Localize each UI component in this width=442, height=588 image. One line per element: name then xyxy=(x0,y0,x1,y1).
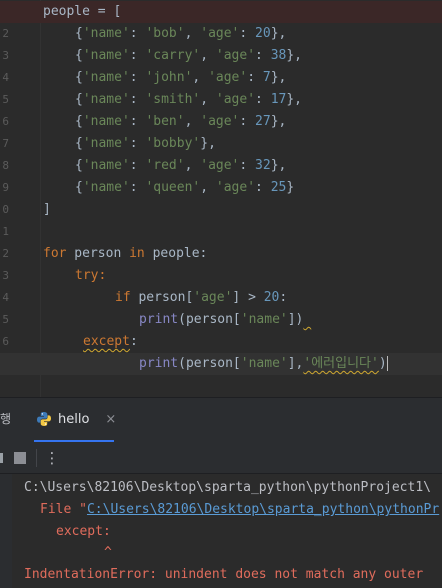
code-text: : xyxy=(129,334,138,349)
console-error-caret: ^ xyxy=(104,545,112,560)
builtin-print: print xyxy=(139,356,179,371)
code-text: person xyxy=(66,246,130,261)
code-text: person[ xyxy=(130,290,194,305)
tab-hello[interactable]: hello × xyxy=(36,406,116,432)
dict-value: 'queen' xyxy=(145,180,201,195)
string-literal-korean: '에러입니다' xyxy=(303,356,379,371)
dict-key: 'name' xyxy=(82,26,130,41)
dict-number: 38 xyxy=(270,48,287,63)
dict-value: 'bobby' xyxy=(145,136,201,151)
code-line[interactable]: print(person['name']) xyxy=(0,309,442,331)
dict-number: 17 xyxy=(270,92,287,107)
dict-key: 'age' xyxy=(215,48,256,63)
code-line[interactable]: for person in people: xyxy=(0,243,442,265)
run-tool-window-header: 행 hello × xyxy=(0,397,442,444)
run-tool-label: 행 xyxy=(0,412,12,426)
dict-value: 'bob' xyxy=(145,26,185,41)
keyword-try: try: xyxy=(75,268,107,283)
dict-key: 'age' xyxy=(200,158,240,173)
code-line[interactable]: if person['age'] > 20: xyxy=(0,287,442,309)
dict-number: 25 xyxy=(270,180,287,195)
string-literal: 'name' xyxy=(240,312,288,327)
dict-key: 'age' xyxy=(200,26,240,41)
keyword-except: except xyxy=(83,334,130,349)
code-line[interactable]: {'name': 'carry', 'age': 38}, xyxy=(0,45,442,67)
code-text: ]) xyxy=(287,312,304,327)
close-icon[interactable]: × xyxy=(105,412,116,427)
code-text: ) xyxy=(378,356,387,371)
dict-key: 'name' xyxy=(82,48,130,63)
code-line[interactable]: {'name': 'bobby'}, xyxy=(0,133,442,155)
rerun-icon xyxy=(0,453,3,463)
traceback-file-prefix: File " xyxy=(40,502,87,517)
code-identifier: people xyxy=(43,4,90,19)
console-error-message: IndentationError: unindent does not matc… xyxy=(24,567,424,582)
dict-key: 'age' xyxy=(200,114,240,129)
dict-key: 'name' xyxy=(82,158,130,173)
keyword-if: if xyxy=(115,290,131,305)
dict-key: 'name' xyxy=(82,180,130,195)
stop-button[interactable] xyxy=(12,449,28,467)
code-operator: = [ xyxy=(89,4,122,19)
dict-value: 'smith' xyxy=(145,92,201,107)
more-options-icon[interactable]: ⋮ xyxy=(44,449,60,467)
console-output[interactable]: C:\Users\82106\Desktop\sparta_python\pyt… xyxy=(0,474,442,588)
dict-key: 'age' xyxy=(215,92,256,107)
dict-number: 7 xyxy=(262,70,271,85)
code-line[interactable]: people = [ xyxy=(0,1,442,23)
dict-value: 'john' xyxy=(145,70,193,85)
dict-number: 27 xyxy=(255,114,271,129)
dict-number: 20 xyxy=(255,26,271,41)
builtin-print: print xyxy=(139,312,179,327)
dict-key: 'age' xyxy=(208,70,248,85)
dict-key: 'name' xyxy=(82,114,130,129)
toolbar-divider xyxy=(36,449,37,467)
closing-bracket: ] xyxy=(43,202,51,217)
code-line[interactable]: ] xyxy=(0,199,442,221)
traceback-file-link[interactable]: C:\Users\82106\Desktop\sparta_python\pyt… xyxy=(87,502,439,517)
console-traceback-line: File "C:\Users\82106\Desktop\sparta_pyth… xyxy=(40,499,439,521)
dict-value: 'carry' xyxy=(145,48,201,63)
code-text: ] > xyxy=(232,290,264,305)
text-cursor xyxy=(386,356,388,371)
dict-key: 'age' xyxy=(215,180,256,195)
code-line[interactable]: except: xyxy=(0,331,442,353)
stop-icon xyxy=(14,452,26,464)
console-gutter xyxy=(0,474,12,588)
code-text: (person[ xyxy=(178,312,241,327)
rerun-button-partial[interactable] xyxy=(0,449,6,467)
dict-key: 'name' xyxy=(82,92,130,107)
number-literal: 20 xyxy=(263,290,280,305)
console-command-line: C:\Users\82106\Desktop\sparta_python\pyt… xyxy=(24,480,431,495)
dict-number: 32 xyxy=(255,158,271,173)
code-text: (person[ xyxy=(178,356,241,371)
code-line[interactable]: {'name': 'john', 'age': 7}, xyxy=(0,67,442,89)
code-line-current[interactable]: print(person['name'],'에러입니다') xyxy=(0,353,442,375)
dict-key: 'name' xyxy=(82,136,130,151)
console-error-source: except: xyxy=(56,524,111,539)
code-text: ], xyxy=(287,356,304,371)
code-editor[interactable]: 2 3 4 5 6 7 8 9 0 1 2 3 4 5 6 7 people =… xyxy=(0,0,442,397)
code-line[interactable]: {'name': 'red', 'age': 32}, xyxy=(0,155,442,177)
dict-value: 'ben' xyxy=(145,114,185,129)
code-line[interactable]: {'name': 'queen', 'age': 25} xyxy=(0,177,442,199)
keyword-for: for xyxy=(43,246,67,261)
keyword-in: in xyxy=(129,246,145,261)
code-line[interactable]: {'name': 'bob', 'age': 20}, xyxy=(0,23,442,45)
run-toolbar: ⋮ xyxy=(0,443,442,474)
active-tab-indicator xyxy=(34,440,114,442)
tab-label: hello xyxy=(58,411,90,427)
code-text: people: xyxy=(144,246,208,261)
string-literal: 'age' xyxy=(193,290,233,305)
code-line[interactable]: {'name': 'ben', 'age': 27}, xyxy=(0,111,442,133)
python-icon xyxy=(37,412,51,426)
code-line[interactable]: try: xyxy=(0,265,442,287)
dict-value: 'red' xyxy=(145,158,185,173)
dict-key: 'name' xyxy=(82,70,130,85)
code-text: : xyxy=(279,290,288,305)
string-literal: 'name' xyxy=(240,356,288,371)
code-line[interactable]: {'name': 'smith', 'age': 17}, xyxy=(0,89,442,111)
